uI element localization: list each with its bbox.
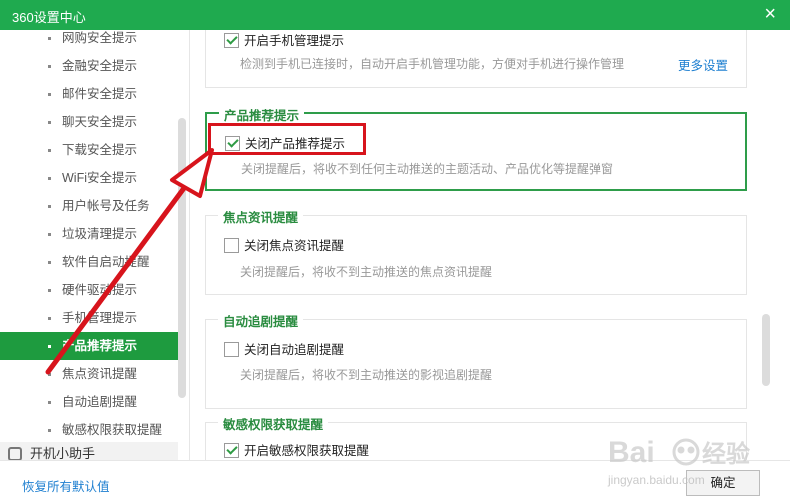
bullet-icon (48, 205, 51, 208)
sidebar-item-label: 金融安全提示 (62, 59, 138, 73)
sidebar-item-label: 邮件安全提示 (62, 87, 138, 101)
bullet-icon (48, 289, 51, 292)
option-description: 检测到手机已连接时，自动开启手机管理功能，方便对手机进行操作管理 (240, 57, 625, 71)
auto-drama-panel: 自动追剧提醒 关闭自动追剧提醒 关闭提醒后，将收不到主动推送的影视追剧提醒 (205, 311, 747, 409)
close-focus-news-checkbox[interactable] (224, 238, 239, 253)
sidebar-item-mail[interactable]: 邮件安全提示 (0, 80, 178, 108)
sidebar-item-driver[interactable]: 硬件驱动提示 (0, 276, 178, 304)
sidebar-item-sensitive[interactable]: 敏感权限获取提醒 (0, 416, 178, 444)
phone-management-panel: 开启手机管理提示 检测到手机已连接时，自动开启手机管理功能，方便对手机进行操作管… (205, 30, 747, 88)
bullet-icon (48, 177, 51, 180)
sidebar-item-label: 垃圾清理提示 (62, 227, 138, 241)
sidebar-item-label: 手机管理提示 (62, 311, 138, 325)
bullet-icon (48, 37, 51, 40)
sidebar-item-phone[interactable]: 手机管理提示 (0, 304, 178, 332)
close-icon[interactable]: × (764, 3, 776, 25)
phone-management-checkbox[interactable] (224, 33, 239, 48)
close-auto-drama-checkbox[interactable] (224, 342, 239, 357)
bullet-icon (48, 93, 51, 96)
sidebar-group-label: 开机小助手 (30, 446, 96, 460)
sidebar-item-focus-news[interactable]: 焦点资讯提醒 (0, 360, 178, 388)
bullet-icon (48, 373, 51, 376)
bullet-icon (48, 401, 51, 404)
sidebar-item-label: 产品推荐提示 (62, 339, 138, 353)
bullet-icon (48, 429, 51, 432)
content-scrollbar[interactable] (762, 314, 770, 386)
sidebar-item-label: 网购安全提示 (62, 31, 138, 45)
panel-title: 敏感权限获取提醒 (218, 414, 329, 433)
option-description: 关闭提醒后，将收不到任何主动推送的主题活动、产品优化等提醒弹窗 (241, 162, 614, 176)
option-label: 开启敏感权限获取提醒 (244, 444, 370, 458)
watermark-logo: Bai 经验 jingyan.baidu.com (607, 436, 750, 487)
sidebar-item-label: 用户帐号及任务 (62, 199, 150, 213)
focus-news-panel: 焦点资讯提醒 关闭焦点资讯提醒 关闭提醒后，将收不到主动推送的焦点资讯提醒 (205, 207, 747, 295)
sidebar-item-finance[interactable]: 金融安全提示 (0, 52, 178, 80)
bullet-icon (48, 261, 51, 264)
sidebar-item-account[interactable]: 用户帐号及任务 (0, 192, 178, 220)
sidebar-item-drama[interactable]: 自动追剧提醒 (0, 388, 178, 416)
window-title: 360设置中心 (12, 10, 86, 25)
panel-title: 自动追剧提醒 (218, 311, 304, 330)
svg-text:jingyan.baidu.com: jingyan.baidu.com (607, 473, 705, 487)
bullet-icon (48, 317, 51, 320)
sidebar-scrollbar[interactable] (178, 118, 186, 398)
settings-content: 开启手机管理提示 检测到手机已连接时，自动开启手机管理功能，方便对手机进行操作管… (191, 30, 790, 460)
sidebar-item-label: 聊天安全提示 (62, 115, 138, 129)
sidebar-item-label: 自动追剧提醒 (62, 395, 138, 409)
more-settings-link[interactable]: 更多设置 (678, 55, 728, 74)
panel-title: 焦点资讯提醒 (218, 207, 304, 226)
sidebar-item-autostart[interactable]: 软件自启动提醒 (0, 248, 178, 276)
sidebar: 网购安全提示 金融安全提示 邮件安全提示 聊天安全提示 下载安全提示 WiFi安… (0, 30, 190, 460)
restore-defaults-link[interactable]: 恢复所有默认值 (22, 476, 110, 495)
puzzle-icon (8, 447, 22, 460)
bullet-icon (48, 345, 51, 348)
sidebar-item-label: 下载安全提示 (62, 143, 138, 157)
sidebar-item-cleanup[interactable]: 垃圾清理提示 (0, 220, 178, 248)
sidebar-item-label: 焦点资讯提醒 (62, 367, 138, 381)
bullet-icon (48, 121, 51, 124)
baidu-jingyan-watermark: Bai 经验 jingyan.baidu.com (590, 432, 770, 492)
title-bar: 360设置中心 × (0, 0, 790, 30)
svg-text:Bai: Bai (608, 436, 655, 469)
panel-title: 产品推荐提示 (219, 105, 305, 124)
option-label: 关闭焦点资讯提醒 (244, 239, 345, 253)
bullet-icon (48, 149, 51, 152)
sensitive-permission-checkbox[interactable] (224, 443, 239, 458)
bullet-icon (48, 65, 51, 68)
option-description: 关闭提醒后，将收不到主动推送的影视追剧提醒 (240, 368, 493, 382)
option-label: 开启手机管理提示 (244, 34, 345, 48)
sidebar-item-label: 硬件驱动提示 (62, 283, 138, 297)
sidebar-item-label: 软件自启动提醒 (62, 255, 150, 269)
sidebar-item-wifi[interactable]: WiFi安全提示 (0, 164, 178, 192)
sidebar-item-label: 敏感权限获取提醒 (62, 423, 163, 437)
svg-text:经验: 经验 (702, 440, 750, 468)
option-description: 关闭提醒后，将收不到主动推送的焦点资讯提醒 (240, 265, 493, 279)
sidebar-item-label: WiFi安全提示 (62, 171, 137, 185)
sidebar-item-chat[interactable]: 聊天安全提示 (0, 108, 178, 136)
sidebar-item-download[interactable]: 下载安全提示 (0, 136, 178, 164)
sidebar-item-shopping[interactable]: 网购安全提示 (0, 30, 178, 52)
option-label: 关闭自动追剧提醒 (244, 343, 345, 357)
sidebar-group-boot-assistant[interactable]: 开机小助手 (0, 442, 178, 460)
bullet-icon (48, 233, 51, 236)
sidebar-item-product-recommend[interactable]: 产品推荐提示 (0, 332, 178, 360)
annotation-highlight-box (208, 123, 366, 155)
